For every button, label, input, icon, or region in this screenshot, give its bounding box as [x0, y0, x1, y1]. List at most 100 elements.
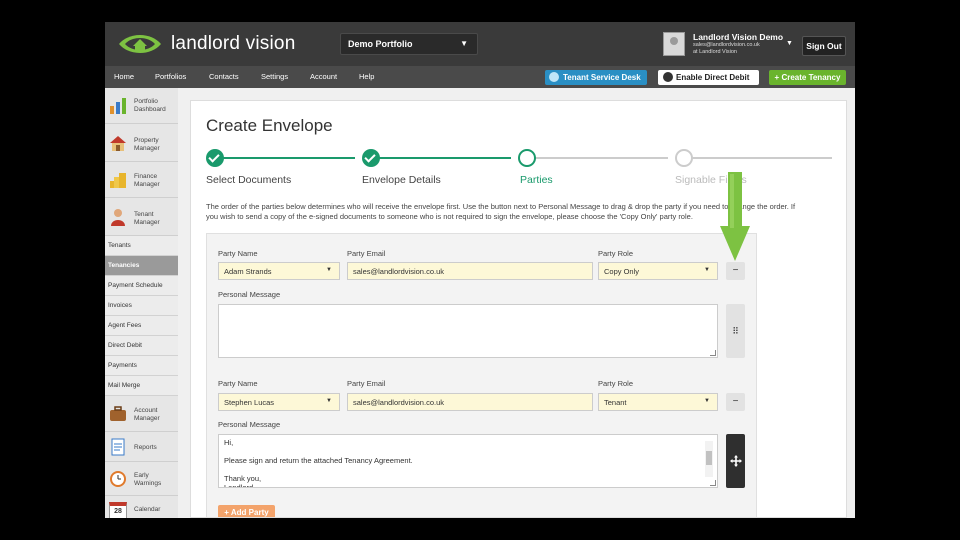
enable-direct-debit-button[interactable]: Enable Direct Debit — [658, 70, 759, 85]
sidebar-item-tenant-manager[interactable]: Tenant Manager — [105, 198, 178, 236]
sidebar-item-portfolio-dashboard[interactable]: Portfolio Dashboard — [105, 88, 178, 124]
personal-message-label: Personal Message — [218, 290, 281, 299]
sidebar-item-label: Finance Manager — [134, 173, 160, 188]
user-menu[interactable]: Landlord Vision Demo sales@landlordvisio… — [663, 31, 798, 59]
tenant-service-desk-label: Tenant Service Desk — [563, 73, 641, 82]
step-label-parties: Parties — [520, 174, 553, 186]
sign-out-button[interactable]: Sign Out — [802, 36, 846, 56]
personal-message-textarea[interactable]: Hi, Please sign and return the attached … — [218, 434, 718, 488]
briefcase-icon — [110, 406, 126, 421]
move-cursor-icon — [729, 455, 742, 467]
sidebar-item-invoices[interactable]: Invoices — [105, 296, 178, 316]
sidebar-item-tenants[interactable]: Tenants — [105, 236, 178, 256]
remove-party-button[interactable]: − — [726, 393, 745, 411]
party-role-select[interactable]: Copy Only ▼ — [598, 262, 718, 280]
sidebar-item-direct-debit[interactable]: Direct Debit — [105, 336, 178, 356]
user-email: sales@landlordvision.co.uk — [693, 42, 760, 48]
sidebar-item-finance-manager[interactable]: Finance Manager — [105, 162, 178, 198]
house-icon — [110, 136, 126, 151]
nav-contacts[interactable]: Contacts — [209, 72, 239, 81]
chevron-down-icon: ▼ — [704, 398, 710, 404]
create-envelope-card: Create Envelope Select Documents Envelop… — [190, 100, 847, 518]
remove-party-button[interactable]: − — [726, 262, 745, 280]
chevron-down-icon: ▼ — [326, 267, 332, 273]
step-connector — [215, 157, 355, 159]
portfolio-select[interactable]: Demo Portfolio ▼ — [340, 33, 478, 55]
minus-icon: − — [732, 265, 739, 276]
step-4-pending-icon — [675, 149, 693, 167]
step-connector — [684, 157, 832, 159]
sidebar-item-agent-fees[interactable]: Agent Fees — [105, 316, 178, 336]
party-email-label: Party Email — [347, 379, 386, 388]
sidebar-item-account-manager[interactable]: Account Manager — [105, 396, 178, 432]
nav-home[interactable]: Home — [114, 72, 134, 81]
enable-direct-debit-label: Enable Direct Debit — [676, 73, 750, 82]
nav-settings[interactable]: Settings — [261, 72, 288, 81]
clock-icon — [110, 471, 126, 487]
tenant-service-desk-button[interactable]: Tenant Service Desk — [545, 70, 647, 85]
sidebar: Portfolio Dashboard Property Manager Fin… — [105, 88, 178, 518]
party-role-label: Party Role — [598, 379, 634, 388]
chevron-down-icon: ▼ — [460, 39, 468, 48]
party-email-input[interactable]: sales@landlordvision.co.uk — [347, 262, 593, 280]
avatar — [663, 32, 685, 56]
sidebar-item-early-warnings[interactable]: Early Warnings — [105, 462, 178, 496]
party-name-select[interactable]: Adam Strands ▼ — [218, 262, 340, 280]
chevron-down-icon: ▼ — [704, 267, 710, 273]
sidebar-item-label: Portfolio Dashboard — [134, 98, 166, 113]
step-connector — [371, 157, 511, 159]
coins-icon — [110, 173, 126, 188]
sidebar-item-calendar[interactable]: 28 Calendar — [105, 496, 178, 518]
party-name-value: Adam Strands — [224, 267, 272, 276]
sidebar-item-label: Property Manager — [134, 137, 160, 152]
nav-account[interactable]: Account — [310, 72, 337, 81]
logo-text: landlord vision — [171, 33, 296, 54]
portfolio-select-value: Demo Portfolio — [348, 39, 413, 49]
sidebar-item-mail-merge[interactable]: Mail Merge — [105, 376, 178, 396]
add-party-button[interactable]: + Add Party — [218, 505, 275, 517]
chevron-down-icon: ▼ — [786, 40, 793, 47]
direct-debit-icon — [663, 72, 673, 82]
sidebar-item-label: Tenant Manager — [134, 211, 160, 226]
user-name: Landlord Vision Demo — [693, 32, 784, 42]
dashboard-icon — [110, 98, 126, 114]
user-org: at Landlord Vision — [693, 49, 737, 55]
resize-handle-icon[interactable] — [710, 350, 716, 356]
sidebar-item-reports[interactable]: Reports — [105, 432, 178, 462]
sidebar-item-label: Account Manager — [134, 407, 160, 422]
nav-help[interactable]: Help — [359, 72, 374, 81]
create-tenancy-button[interactable]: + Create Tenancy — [769, 70, 846, 85]
arrow-down-icon — [720, 172, 750, 261]
drag-handle-button[interactable] — [726, 434, 745, 488]
step-connector — [527, 157, 668, 159]
step-2-check-icon — [362, 149, 380, 167]
intro-text: The order of the parties below determine… — [206, 202, 796, 221]
party-name-select[interactable]: Stephen Lucas ▼ — [218, 393, 340, 411]
resize-handle-icon[interactable] — [710, 480, 716, 486]
drag-handle-button[interactable]: ⠿ — [726, 304, 745, 358]
scrollbar-thumb[interactable] — [706, 451, 712, 465]
main-nav: Home Portfolios Contacts Settings Accoun… — [105, 66, 855, 88]
step-label-envelope-details: Envelope Details — [362, 174, 441, 186]
party-email-input[interactable]: sales@landlordvision.co.uk — [347, 393, 593, 411]
app-window: landlord vision Demo Portfolio ▼ Landlor… — [105, 22, 855, 518]
service-desk-icon — [549, 72, 559, 82]
logo[interactable]: landlord vision — [117, 29, 317, 59]
sidebar-item-payment-schedule[interactable]: Payment Schedule — [105, 276, 178, 296]
message-scrollbar[interactable] — [705, 441, 713, 477]
sidebar-item-tenancies[interactable]: Tenancies — [105, 256, 178, 276]
party-role-value: Copy Only — [604, 267, 640, 276]
chevron-down-icon: ▼ — [326, 398, 332, 404]
report-icon — [111, 438, 125, 456]
sidebar-item-payments[interactable]: Payments — [105, 356, 178, 376]
parties-panel: Party Name Party Email Party Role Adam S… — [206, 233, 757, 517]
nav-portfolios[interactable]: Portfolios — [155, 72, 186, 81]
sidebar-item-property-manager[interactable]: Property Manager — [105, 124, 178, 162]
party-role-select[interactable]: Tenant ▼ — [598, 393, 718, 411]
step-label-select-documents: Select Documents — [206, 174, 292, 186]
party-name-label: Party Name — [218, 379, 258, 388]
personal-message-textarea[interactable] — [218, 304, 718, 358]
top-bar: landlord vision Demo Portfolio ▼ Landlor… — [105, 22, 855, 66]
sidebar-item-label: Reports — [134, 444, 157, 451]
party-email-label: Party Email — [347, 249, 386, 258]
